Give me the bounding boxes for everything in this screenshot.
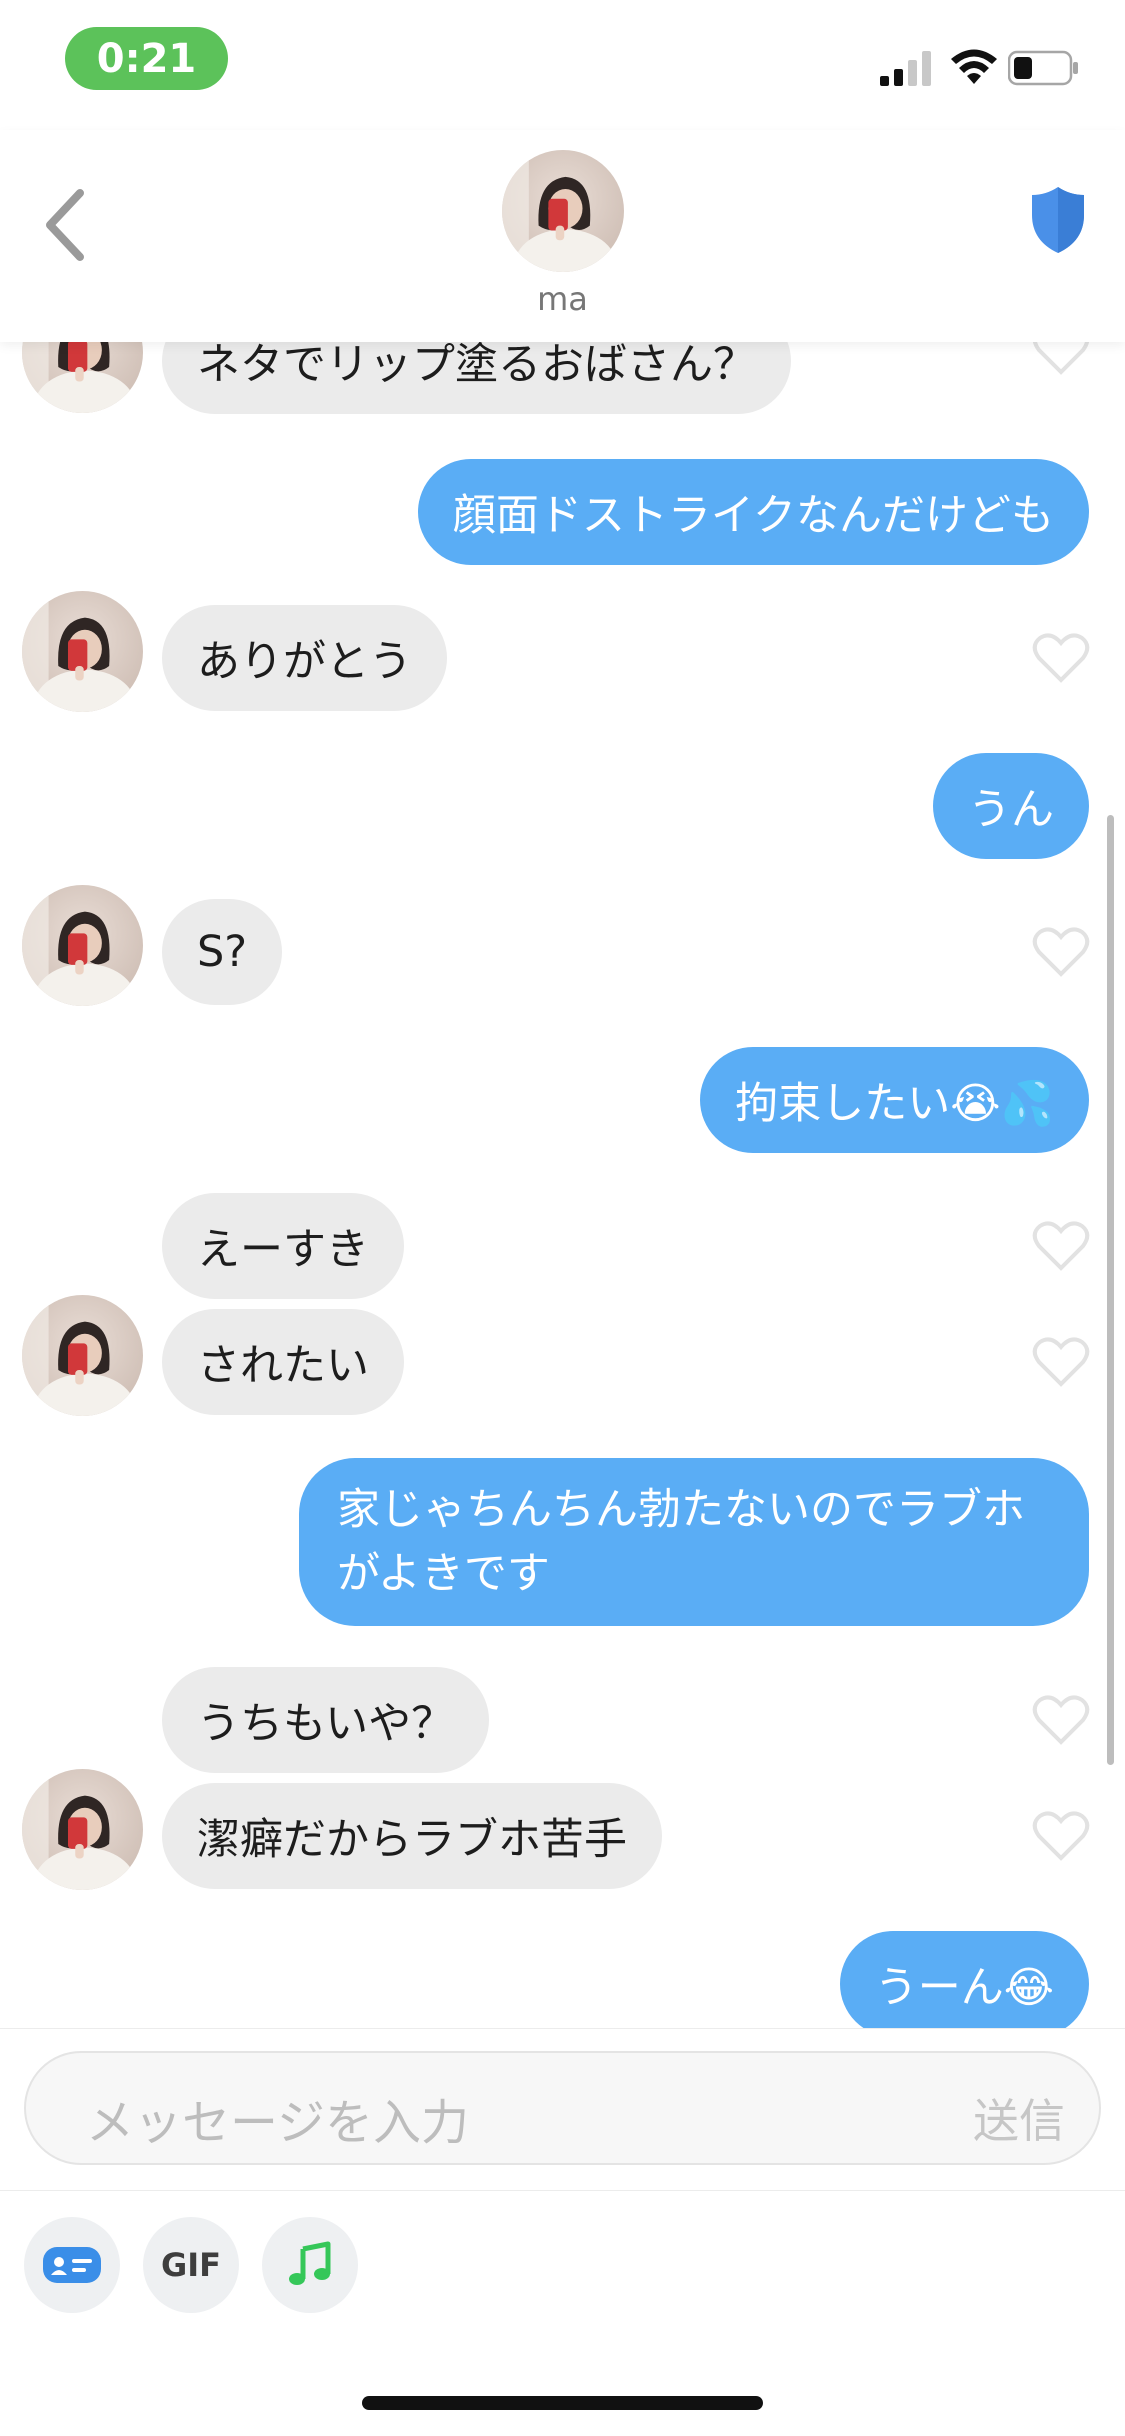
chevron-left-icon[interactable] [40,185,92,265]
scrollbar[interactable] [1107,815,1114,1765]
wifi-icon [951,49,997,84]
outgoing-message[interactable]: 顔面ドストライクなんだけども [417,459,1089,565]
status-time: 0:21 [65,27,228,90]
heart-icon[interactable] [1032,342,1090,376]
heart-icon[interactable] [1032,1336,1090,1388]
message-input[interactable]: メッセージを入力 送信 [24,2051,1101,2165]
id-card-button[interactable] [24,2217,120,2313]
avatar[interactable] [22,342,143,413]
incoming-message[interactable]: されたい [162,1309,404,1415]
heart-icon[interactable] [1032,1220,1090,1272]
outgoing-message[interactable]: うーん😂 [839,1931,1089,2028]
avatar[interactable] [22,1769,143,1890]
status-bar: 0:21 [0,0,1125,130]
incoming-message[interactable]: ネタでリップ塗るおばさん？ [162,342,791,414]
music-button[interactable] [262,2217,358,2313]
message-placeholder: メッセージを入力 [86,2095,470,2151]
incoming-message[interactable]: 潔癖だからラブホ苦手 [162,1783,662,1889]
heart-icon[interactable] [1032,632,1090,684]
outgoing-message[interactable]: 拘束したい😭💦 [700,1047,1089,1153]
home-indicator[interactable] [362,2396,763,2410]
shield-icon[interactable] [1030,185,1086,255]
composer: メッセージを入力 送信 [0,2028,1125,2188]
battery-icon [1008,50,1078,86]
heart-icon[interactable] [1032,1810,1090,1862]
cellular-signal-icon [880,51,931,86]
incoming-message[interactable]: S? [162,899,283,1005]
attachment-toolbar: GIF [0,2190,1125,2340]
incoming-message[interactable]: うちもいや？ [162,1667,490,1773]
heart-icon[interactable] [1032,926,1090,978]
contact-avatar[interactable] [502,150,624,272]
avatar[interactable] [22,1295,143,1416]
send-button[interactable]: 送信 [973,2085,1065,2151]
id-card-icon [43,2247,101,2283]
music-note-icon [289,2241,331,2285]
message-list[interactable]: ネタでリップ塗るおばさん？ 顔面ドストライクなんだけども ありがとう うん S?… [0,342,1125,2028]
gif-label: GIF [160,2246,222,2284]
avatar[interactable] [22,591,143,712]
chat-header: ma [0,130,1125,342]
contact-name[interactable]: ma [0,280,1125,318]
incoming-message[interactable]: えーすき [162,1193,404,1299]
avatar[interactable] [22,885,143,1006]
incoming-message[interactable]: ありがとう [162,605,447,711]
gif-button[interactable]: GIF [143,2217,239,2313]
outgoing-message[interactable]: 家じゃちんちん勃たないのでラブホがよきです [299,1458,1089,1626]
outgoing-message[interactable]: うん [933,753,1089,859]
heart-icon[interactable] [1032,1694,1090,1746]
